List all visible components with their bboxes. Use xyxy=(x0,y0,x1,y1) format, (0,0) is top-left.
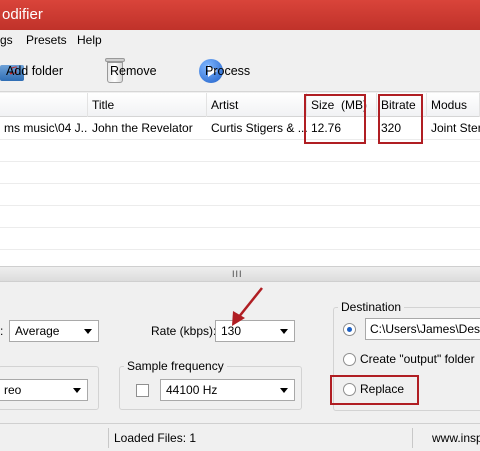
loaded-files-status: Loaded Files: 1 xyxy=(114,431,197,445)
arrow-shaft xyxy=(237,287,263,319)
annotation-arrow-icon xyxy=(232,287,263,326)
status-separator xyxy=(108,428,109,448)
status-bar: Loaded Files: 1 www.insp xyxy=(0,423,480,451)
website-link[interactable]: www.insp xyxy=(432,431,480,445)
status-separator xyxy=(412,428,413,448)
